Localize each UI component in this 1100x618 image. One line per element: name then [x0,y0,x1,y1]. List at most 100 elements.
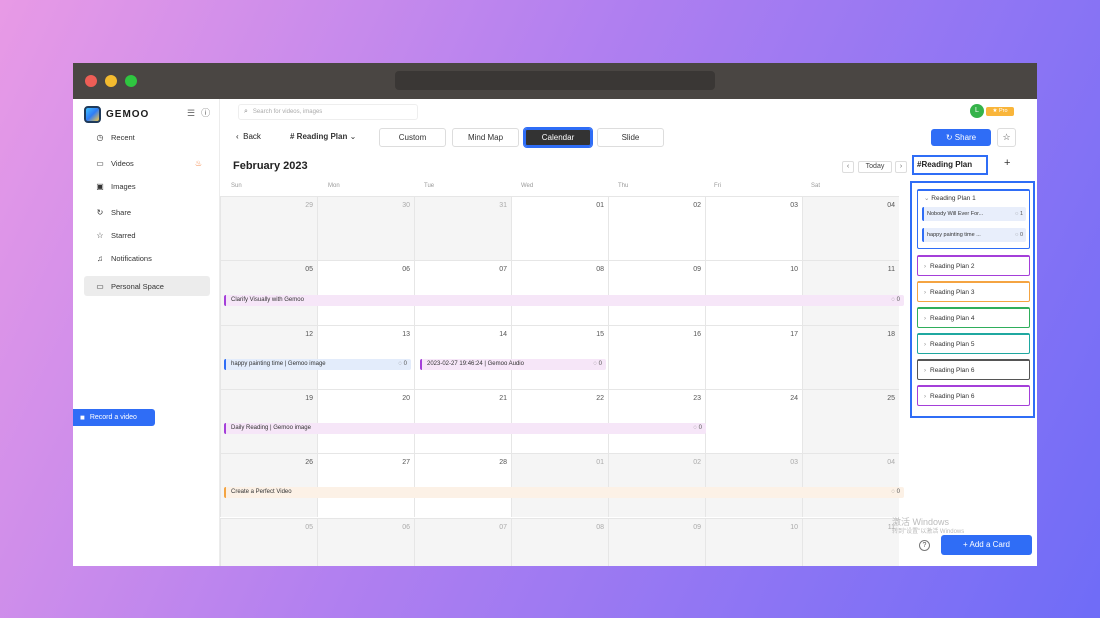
event-title: 2023-02-27 19:46:24 | Gemoo Audio [427,361,524,367]
calendar-day-cell[interactable]: 10 [705,260,802,325]
info-icon[interactable]: ⓘ [201,108,210,118]
calendar-day-cell[interactable]: 05 [220,260,317,325]
add-card-button[interactable]: + Add a Card [941,535,1032,555]
day-number: 09 [693,266,701,274]
sidebar-item-videos[interactable]: ▭ Videos ♨ [84,153,210,173]
calendar-day-cell[interactable]: 23 [608,388,705,454]
calendar-day-cell[interactable]: 01 [511,196,608,261]
calendar-day-cell[interactable]: 18 [802,324,899,389]
plan-label: Reading Plan 5 [930,341,975,348]
event-bar[interactable]: happy painting time | Gemoo image ◌ 0 [224,359,411,370]
calendar-day-cell[interactable]: 28 [414,453,511,518]
calendar-day-cell[interactable]: 25 [802,388,899,454]
event-bar[interactable]: Create a Perfect Video ◌ 0 [224,487,904,498]
close-window-button[interactable] [85,75,97,87]
plan-group-2[interactable]: › Reading Plan 2 [917,255,1030,276]
plan-group-3[interactable]: › Reading Plan 3 [917,281,1030,302]
calendar-day-cell[interactable]: 04 [802,196,899,261]
calendar-day-cell[interactable]: 11 [802,517,899,566]
calendar-day-cell[interactable]: 06 [317,517,414,566]
tab-custom[interactable]: Custom [379,128,446,147]
event-bar[interactable]: Clarify Visually with Gemoo ◌ 0 [224,295,904,306]
calendar-day-cell[interactable]: 15 [511,324,608,389]
panel-title[interactable]: #Reading Plan [912,155,988,175]
calendar-day-cell[interactable]: 17 [705,324,802,389]
help-icon[interactable]: ? [919,540,930,551]
calendar-day-cell[interactable]: 30 [317,196,414,261]
calendar-day-cell[interactable]: 26 [220,453,317,518]
calendar-day-cell[interactable]: 03 [705,453,802,518]
tab-slide[interactable]: Slide [597,128,664,147]
calendar-day-cell[interactable]: 07 [414,517,511,566]
event-bar[interactable]: 2023-02-27 19:46:24 | Gemoo Audio ◌ 0 [420,359,606,370]
chevron-down-icon: ⌄ [924,195,930,202]
calendar-day-cell[interactable]: 19 [220,388,317,454]
calendar-day-cell[interactable]: 03 [705,196,802,261]
calendar-day-cell[interactable]: 06 [317,260,414,325]
calendar-day-cell[interactable]: 29 [220,196,317,261]
address-bar[interactable] [395,71,715,90]
calendar-day-cell[interactable]: 08 [511,260,608,325]
today-button[interactable]: Today [858,161,892,173]
plan-dropdown[interactable]: # Reading Plan ⌄ [290,132,356,141]
calendar-day-cell[interactable]: 21 [414,388,511,454]
sidebar-item-images[interactable]: ▣ Images [84,176,210,196]
calendar-day-cell[interactable]: 16 [608,324,705,389]
plan-group-4[interactable]: › Reading Plan 4 [917,307,1030,328]
plan-group-5[interactable]: › Reading Plan 5 [917,333,1030,354]
calendar-day-cell[interactable]: 09 [608,517,705,566]
event-bar[interactable]: Daily Reading | Gemoo image ◌ 0 [224,423,706,434]
calendar-day-cell[interactable]: 22 [511,388,608,454]
day-number: 03 [790,202,798,209]
avatar[interactable]: L [970,104,984,118]
brand-logo[interactable]: GEMOO [84,105,149,123]
share-icon: ↻ [96,207,104,217]
event-title: Clarify Visually with Gemoo [231,297,304,303]
calendar-day-cell[interactable]: 07 [414,260,511,325]
menu-icon[interactable]: ☰ [187,108,195,118]
calendar-day-cell[interactable]: 14 [414,324,511,389]
calendar-day-cell[interactable]: 24 [705,388,802,454]
next-month-button[interactable]: › [895,161,907,173]
minimize-window-button[interactable] [105,75,117,87]
calendar-day-cell[interactable]: 10 [705,517,802,566]
plan-group-1[interactable]: ⌄ Reading Plan 1 Nobody Will Ever For...… [917,189,1030,249]
back-button[interactable]: ‹ Back [236,132,261,141]
sidebar-item-label: Recent [111,132,135,142]
calendar-day-cell[interactable]: 09 [608,260,705,325]
plan-label: Reading Plan 3 [930,289,975,296]
star-button[interactable]: ☆ [997,128,1016,147]
sidebar-item-notifications[interactable]: ♫ Notifications [84,248,210,268]
plan-group-6[interactable]: › Reading Plan 6 [917,359,1030,380]
day-number: 08 [596,266,604,274]
calendar-day-cell[interactable]: 11 [802,260,899,325]
calendar-day-cell[interactable]: 02 [608,453,705,518]
maximize-window-button[interactable] [125,75,137,87]
calendar-day-cell[interactable]: 20 [317,388,414,454]
plan-card[interactable]: Nobody Will Ever For... ◌ 1 [922,207,1026,221]
plan-card[interactable]: happy painting time ... ◌ 0 [922,228,1026,242]
weekday-mon: Mon [328,183,340,189]
sidebar-item-starred[interactable]: ☆ Starred [84,225,210,245]
tab-calendar[interactable]: Calendar [523,127,593,148]
sidebar-item-personal-space[interactable]: ▭ Personal Space [84,276,210,296]
record-video-button[interactable]: ■ Record a video [73,409,155,426]
share-button[interactable]: ↻ Share [931,129,991,146]
add-plan-icon[interactable]: + [1004,157,1010,169]
calendar-day-cell[interactable]: 13 [317,324,414,389]
sidebar-item-share[interactable]: ↻ Share [84,202,210,222]
tab-mind-map[interactable]: Mind Map [452,128,519,147]
calendar-day-cell[interactable]: 12 [220,324,317,389]
plan-group-7[interactable]: › Reading Plan 6 [917,385,1030,406]
calendar-day-cell[interactable]: 02 [608,196,705,261]
search-input[interactable]: ⌕ Search for videos, images [238,104,418,120]
calendar-day-cell[interactable]: 27 [317,453,414,518]
prev-month-button[interactable]: ‹ [842,161,854,173]
calendar-day-cell[interactable]: 04 [802,453,899,518]
pro-badge[interactable]: ★ Pro [986,107,1014,116]
calendar-day-cell[interactable]: 31 [414,196,511,261]
calendar-day-cell[interactable]: 05 [220,517,317,566]
calendar-day-cell[interactable]: 01 [511,453,608,518]
sidebar-item-recent[interactable]: ◷ Recent [84,127,210,147]
calendar-day-cell[interactable]: 08 [511,517,608,566]
